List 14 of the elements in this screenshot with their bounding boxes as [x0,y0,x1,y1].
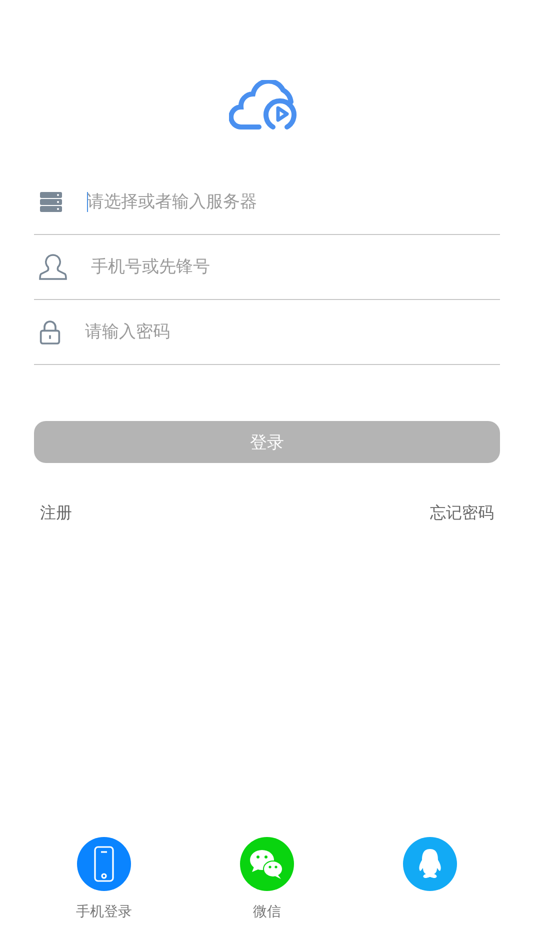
login-option-label: 手机登录 [76,903,132,921]
input-field[interactable]: 手机号或先锋号 [91,257,500,277]
penguin-icon[interactable] [403,837,457,891]
user-icon [39,253,67,281]
text-link[interactable]: 忘记密码 [430,503,494,524]
input-field[interactable]: 请选择或者输入服务器 [87,192,500,212]
phone-login-icon[interactable] [77,837,131,891]
chat-bubbles-icon[interactable] [240,837,294,891]
lock-icon [39,318,61,346]
text-cursor [87,192,88,212]
text-link[interactable]: 注册 [40,503,72,524]
server-icon [39,191,63,213]
login-option-label: 微信 [253,903,281,921]
input-field[interactable]: 请输入密码 [85,322,500,342]
